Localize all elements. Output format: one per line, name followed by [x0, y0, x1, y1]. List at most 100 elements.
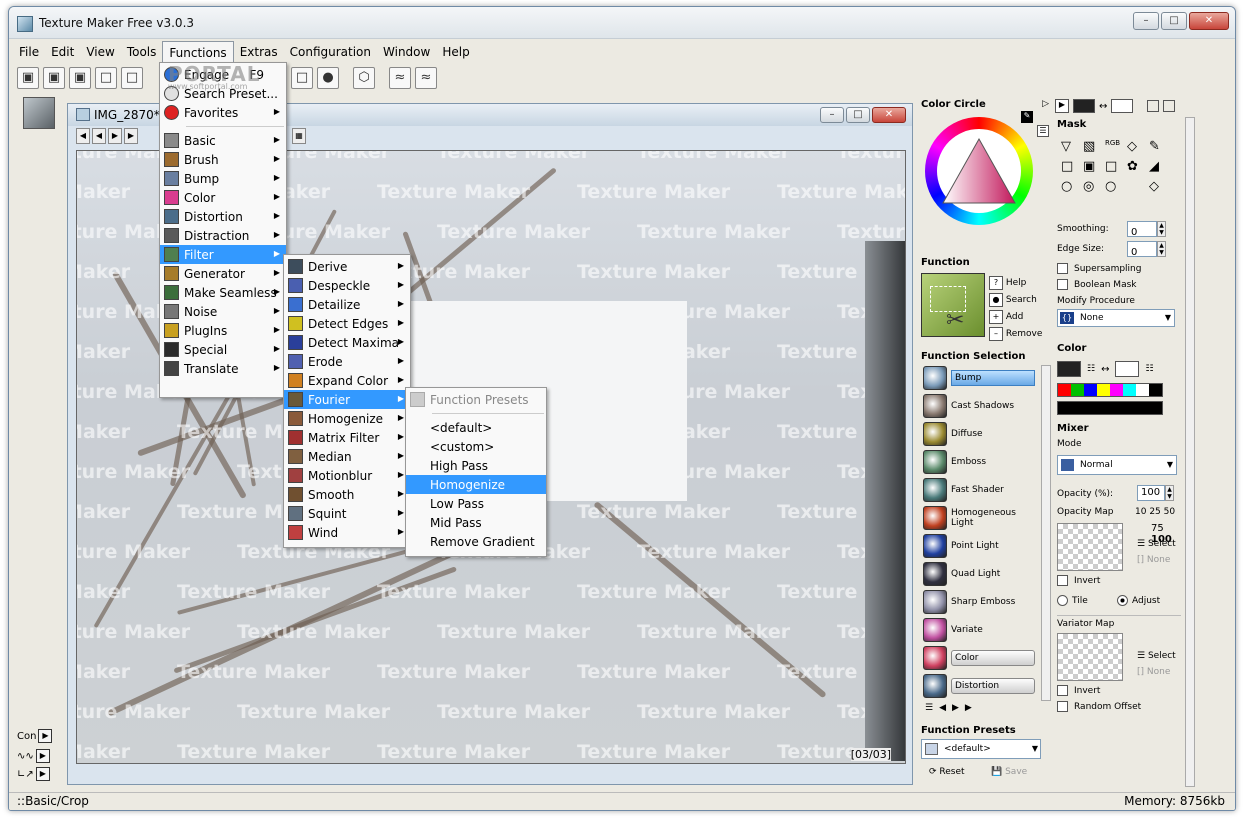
function-selection-item[interactable]: Bump — [923, 365, 1039, 391]
function-selection-nav[interactable]: ☰◀▶▶ — [925, 703, 978, 713]
mode-select[interactable]: Normal ▼ — [1057, 455, 1177, 475]
view-mode-icon[interactable]: ▦ — [292, 128, 306, 144]
function-selection-item[interactable]: Diffuse — [923, 421, 1039, 447]
palette-swatch[interactable] — [1058, 384, 1071, 396]
play-icon[interactable]: ▶ — [38, 729, 53, 743]
menu-extras[interactable]: Extras — [234, 41, 284, 63]
filter-item-motionblur[interactable]: Motionblur ▶ — [284, 466, 410, 485]
random-offset-check[interactable] — [1057, 701, 1068, 712]
mask-diamond-icon[interactable]: ◇ — [1149, 179, 1171, 194]
new-texture-icon[interactable]: ▣ — [17, 67, 39, 89]
filter-item-smooth[interactable]: Smooth ▶ — [284, 485, 410, 504]
swap-arrows-icon[interactable]: ↔ — [1101, 364, 1109, 375]
supersampling-check[interactable] — [1057, 263, 1068, 274]
functions-menu-item-brush[interactable]: Brush ▶ — [160, 150, 286, 169]
background-swatch[interactable] — [1111, 99, 1134, 113]
play-icon[interactable]: ▶ — [35, 749, 50, 763]
left-strip-item-wave[interactable]: ∿∿ ▶ — [17, 749, 50, 763]
mask-circle2-icon[interactable]: ○ — [1105, 179, 1127, 194]
functions-menu-item-generator[interactable]: Generator ▶ — [160, 264, 286, 283]
filter-item-fourier[interactable]: Fourier ▶ — [284, 390, 410, 409]
tile-radio-dot[interactable] — [1057, 595, 1068, 606]
minimize-button[interactable]: – — [1133, 12, 1159, 30]
mask-rect3-icon[interactable]: □ — [1105, 159, 1127, 174]
smoothing-input[interactable]: 0 — [1127, 220, 1157, 238]
fourier-preset-item[interactable]: Remove Gradient — [406, 532, 546, 551]
play-icon[interactable]: ▶ — [35, 767, 50, 781]
function-selection-scrollbar[interactable] — [1041, 365, 1051, 701]
function-selection-item[interactable]: Variate — [923, 617, 1039, 643]
mask-gradient-icon[interactable]: ◢ — [1149, 159, 1171, 174]
mask-brush-icon[interactable]: ✎ — [1149, 139, 1171, 154]
function-selection-item[interactable]: Sharp Emboss — [923, 589, 1039, 615]
palette-swatch[interactable] — [1123, 384, 1136, 396]
random-offset-checkbox[interactable]: Random Offset — [1057, 701, 1141, 712]
mask-combine-icon[interactable]: ▧ — [1083, 139, 1105, 154]
function-selection-item[interactable]: Quad Light — [923, 561, 1039, 587]
panel-option-icon[interactable] — [1147, 100, 1160, 112]
last-frame-icon[interactable]: ▶ — [124, 128, 138, 144]
menu-file[interactable]: File — [13, 41, 45, 63]
first-frame-icon[interactable]: ◀ — [76, 128, 90, 144]
palette-swatch[interactable] — [1071, 384, 1084, 396]
mask-eraser-icon[interactable]: ◇ — [1127, 139, 1149, 154]
fourier-preset-item[interactable]: <default> — [406, 418, 546, 437]
picker-icon[interactable]: ✎ — [1021, 111, 1033, 123]
menu-functions[interactable]: Functions — [162, 41, 234, 63]
menu-edit[interactable]: Edit — [45, 41, 80, 63]
open-texture-icon[interactable]: ▣ — [43, 67, 65, 89]
variator-invert-check[interactable] — [1057, 685, 1068, 696]
title-bar[interactable]: Texture Maker Free v3.0.3 – □ ✕ — [9, 7, 1235, 39]
save-texture-icon[interactable]: ▣ — [69, 67, 91, 89]
variator-map-select[interactable]: ☰ Select — [1137, 651, 1176, 661]
panel-option-icon[interactable] — [1163, 100, 1176, 112]
filter-item-matrix-filter[interactable]: Matrix Filter ▶ — [284, 428, 410, 447]
preset-select[interactable]: <default> ▼ — [921, 739, 1041, 759]
right-panel-scrollbar[interactable] — [1185, 117, 1195, 787]
function-selection-item[interactable]: Emboss — [923, 449, 1039, 475]
filter-item-erode[interactable]: Erode ▶ — [284, 352, 410, 371]
prev-frame-icon[interactable]: ◀ — [92, 128, 106, 144]
functions-menu-item-basic[interactable]: Basic ▶ — [160, 131, 286, 150]
functions-menu-item-special[interactable]: Special ▶ — [160, 340, 286, 359]
filter-item-despeckle[interactable]: Despeckle ▶ — [284, 276, 410, 295]
reset-button[interactable]: ⟳ Reset — [929, 767, 965, 777]
functions-menu-item-distraction[interactable]: Distraction ▶ — [160, 226, 286, 245]
variator-invert-checkbox[interactable]: Invert — [1057, 685, 1100, 696]
filter-item-wind[interactable]: Wind ▶ — [284, 523, 410, 542]
texture-thumbnail[interactable] — [23, 97, 55, 129]
add-button[interactable]: + Add — [989, 309, 1042, 326]
color-triangle[interactable] — [939, 137, 1019, 207]
toolbar-tool-4-icon[interactable]: □ — [95, 67, 117, 89]
collapse-icon[interactable]: ▷ — [1042, 99, 1049, 109]
fourier-preset-item[interactable]: High Pass — [406, 456, 546, 475]
invert-checkbox[interactable]: Invert — [1057, 575, 1100, 586]
function-selection-item[interactable]: Point Light — [923, 533, 1039, 559]
toolbar-tool-9-icon[interactable]: ≈ — [389, 67, 411, 89]
toolbar-tool-6-icon[interactable]: □ — [291, 67, 313, 89]
foreground-swatch[interactable] — [1073, 99, 1095, 113]
help-button[interactable]: ? Help — [989, 275, 1042, 292]
save-button[interactable]: 💾 Save — [991, 767, 1027, 777]
functions-menu-item-filter[interactable]: Filter ▶ — [160, 245, 286, 264]
fourier-preset-item[interactable]: <custom> — [406, 437, 546, 456]
color-background[interactable] — [1115, 361, 1140, 377]
opacity-spinner[interactable]: ▲ ▼ — [1165, 485, 1174, 501]
tile-radio[interactable]: Tile — [1057, 595, 1088, 606]
function-selection-item[interactable]: Fast Shader — [923, 477, 1039, 503]
filter-item-squint[interactable]: Squint ▶ — [284, 504, 410, 523]
function-selection-item[interactable]: Homogeneous Light — [923, 505, 1039, 531]
functions-menu-item-distortion[interactable]: Distortion ▶ — [160, 207, 286, 226]
supersampling-checkbox[interactable]: Supersampling — [1057, 261, 1181, 277]
filter-item-derive[interactable]: Derive ▶ — [284, 257, 410, 276]
doc-minimize-button[interactable]: – — [820, 107, 844, 123]
close-button[interactable]: ✕ — [1189, 12, 1229, 30]
menu-window[interactable]: Window — [377, 41, 436, 63]
functions-menu-item-bump[interactable]: Bump ▶ — [160, 169, 286, 188]
color-foreground[interactable] — [1057, 361, 1081, 377]
opacity-input[interactable]: 100 — [1137, 485, 1165, 501]
doc-maximize-button[interactable]: □ — [846, 107, 870, 123]
smoothing-spinner[interactable]: ▲ ▼ — [1157, 220, 1166, 237]
edge-size-input[interactable]: 0 — [1127, 240, 1157, 258]
swap-colors-icon[interactable]: ▶ — [1055, 99, 1069, 113]
